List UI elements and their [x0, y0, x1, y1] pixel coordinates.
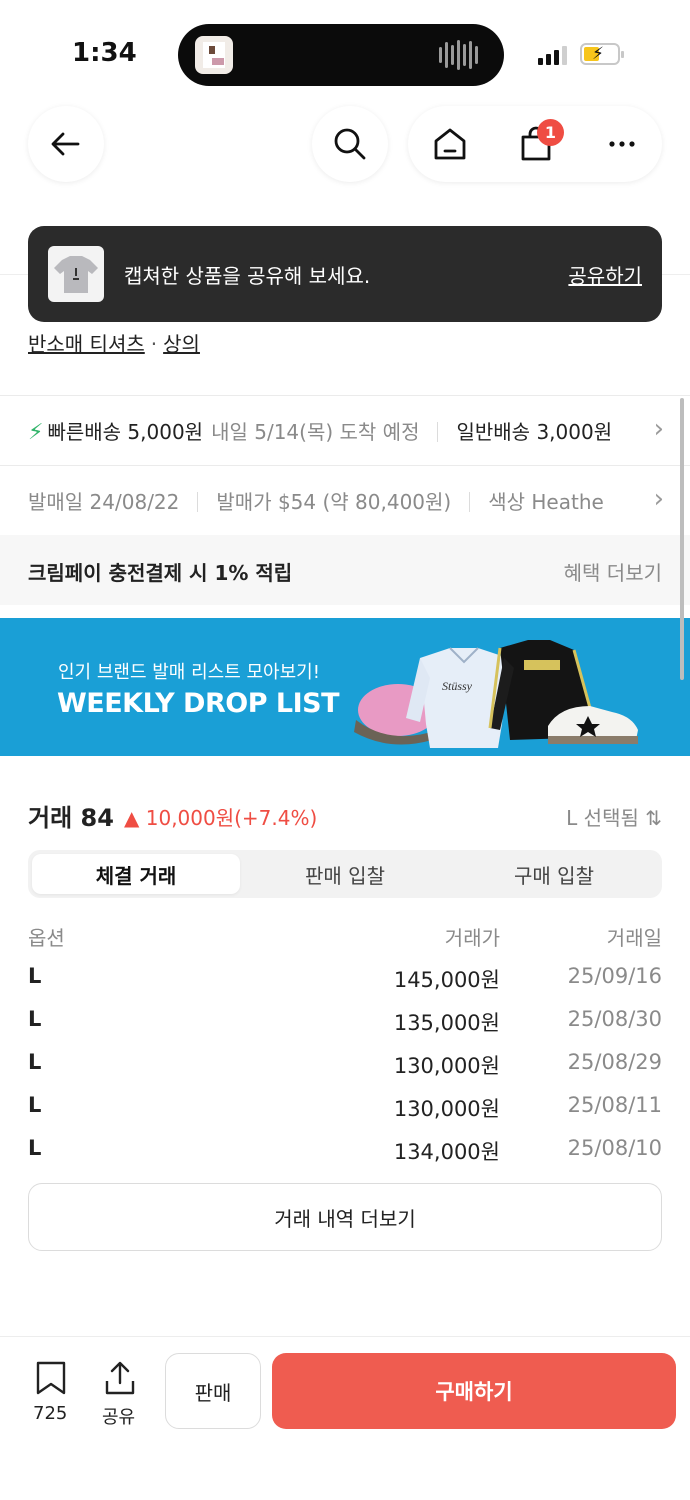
search-icon — [334, 128, 366, 160]
row-price: 134,000원 — [393, 1140, 500, 1164]
release-color: 색상 Heathe — [488, 490, 604, 514]
banner-title: WEEKLY DROP LIST — [57, 688, 340, 719]
battery-icon: ⚡ — [580, 43, 624, 65]
row-date: 25/08/11 — [567, 1093, 662, 1117]
divider — [0, 395, 690, 396]
table-row: L 145,000원 25/09/16 — [28, 964, 662, 994]
row-option: L — [28, 1136, 42, 1160]
divider — [0, 465, 690, 466]
buy-button[interactable]: 구매하기 — [272, 1353, 676, 1429]
more-options-button[interactable] — [580, 106, 664, 182]
breadcrumb-parent[interactable]: 상의 — [163, 332, 200, 356]
shipping-row[interactable]: ⚡ 빠른배송 5,000원 내일 5/14(목) 도착 예정 일반배송 3,000원 — [28, 416, 662, 448]
breadcrumb-separator: · — [150, 332, 158, 356]
row-price: 130,000원 — [393, 1054, 500, 1078]
fast-shipping-price: 5,000원 — [127, 420, 204, 444]
share-button[interactable] — [104, 1361, 136, 1399]
tab-concluded[interactable]: 체결 거래 — [32, 854, 240, 894]
status-time: 1:34 — [72, 38, 137, 68]
trade-price-change: ▲ 10,000원(+7.4%) — [124, 806, 318, 830]
nav-actions — [408, 106, 662, 182]
sell-button[interactable]: 판매 — [165, 1353, 261, 1429]
release-date: 발매일 24/08/22 — [28, 490, 180, 514]
table-row: L 130,000원 25/08/11 — [28, 1093, 662, 1123]
back-button[interactable] — [28, 106, 104, 182]
bookmark-button[interactable] — [35, 1361, 67, 1399]
row-price: 135,000원 — [393, 1011, 500, 1035]
row-price: 145,000원 — [393, 968, 500, 992]
share-action-link[interactable]: 공유하기 — [568, 260, 642, 289]
row-option: L — [28, 1093, 42, 1117]
normal-shipping-price: 3,000원 — [536, 420, 613, 444]
promo-banner[interactable]: 인기 브랜드 발매 리스트 모아보기! WEEKLY DROP LIST Stü… — [0, 618, 690, 756]
banner-products-image: Stüssy — [354, 640, 638, 748]
breadcrumb: 반소매 티셔츠 · 상의 — [28, 328, 200, 357]
share-label: 공유 — [102, 1407, 136, 1428]
more-history-button[interactable]: 거래 내역 더보기 — [28, 1183, 662, 1251]
search-button[interactable] — [312, 106, 388, 182]
tab-sell-bids[interactable]: 판매 입찰 — [241, 854, 449, 894]
bolt-icon: ⚡ — [28, 420, 44, 445]
home-button[interactable] — [408, 106, 492, 182]
dynamic-island — [178, 24, 504, 86]
benefit-more-link[interactable]: 혜택 더보기 — [564, 557, 662, 586]
row-option: L — [28, 1050, 42, 1074]
more-icon — [609, 141, 635, 147]
row-option: L — [28, 964, 42, 988]
banner-subtitle: 인기 브랜드 발매 리스트 모아보기! — [58, 662, 320, 683]
size-selector[interactable]: L 선택됨 ⇅ — [566, 802, 662, 831]
fast-shipping-label: 빠른배송 — [47, 420, 122, 444]
column-header-option: 옵션 — [28, 926, 65, 950]
row-price: 130,000원 — [393, 1097, 500, 1121]
bookmark-count: 725 — [33, 1403, 68, 1424]
svg-text:Stüssy: Stüssy — [442, 679, 473, 693]
chevron-right-icon[interactable]: › — [654, 484, 664, 514]
release-price: 발매가 $54 (약 80,400원) — [216, 490, 452, 514]
row-date: 25/08/29 — [567, 1050, 662, 1074]
row-date: 25/08/30 — [567, 1007, 662, 1031]
row-date: 25/09/16 — [567, 964, 662, 988]
table-row: L 135,000원 25/08/30 — [28, 1007, 662, 1037]
toast-message: 캡쳐한 상품을 공유해 보세요. — [124, 264, 371, 288]
island-thumbnail-icon — [195, 36, 233, 74]
audio-wave-icon — [439, 40, 478, 70]
table-row: L 130,000원 25/08/29 — [28, 1050, 662, 1080]
share-toast: 캡쳐한 상품을 공유해 보세요. 공유하기 — [28, 226, 662, 322]
scrollbar[interactable] — [680, 398, 684, 680]
bookmark-icon — [36, 1361, 66, 1395]
fast-shipping-eta: 내일 5/14(목) 도착 예정 — [211, 420, 420, 444]
product-thumbnail — [48, 246, 104, 302]
column-header-price: 거래가 — [444, 926, 500, 950]
signal-icon — [538, 46, 567, 65]
share-icon — [105, 1361, 135, 1395]
status-bar: 1:34 ⚡ — [0, 0, 690, 100]
row-option: L — [28, 1007, 42, 1031]
breadcrumb-category[interactable]: 반소매 티셔츠 — [28, 332, 145, 356]
release-info-row[interactable]: 발매일 24/08/22 발매가 $54 (약 80,400원) 색상 Heathe — [28, 486, 662, 518]
table-row: L 134,000원 25/08/10 — [28, 1136, 662, 1166]
row-date: 25/08/10 — [567, 1136, 662, 1160]
trade-tabs: 체결 거래 판매 입찰 구매 입찰 — [28, 850, 662, 898]
cart-count-badge: 1 — [537, 119, 564, 146]
cart-button[interactable] — [494, 106, 578, 182]
back-icon — [51, 132, 80, 156]
bottom-action-bar: 725 공유 판매 구매하기 — [0, 1336, 690, 1500]
column-header-date: 거래일 — [606, 926, 662, 950]
chevron-right-icon[interactable]: › — [654, 414, 664, 444]
benefit-bar: 크림페이 충전결제 시 1% 적립 혜택 더보기 — [0, 535, 690, 605]
tab-buy-bids[interactable]: 구매 입찰 — [450, 854, 658, 894]
trade-title: 거래 84 — [28, 804, 114, 832]
normal-shipping-label: 일반배송 — [456, 420, 531, 444]
home-icon — [434, 128, 466, 160]
benefit-text: 크림페이 충전결제 시 1% 적립 — [28, 561, 293, 585]
